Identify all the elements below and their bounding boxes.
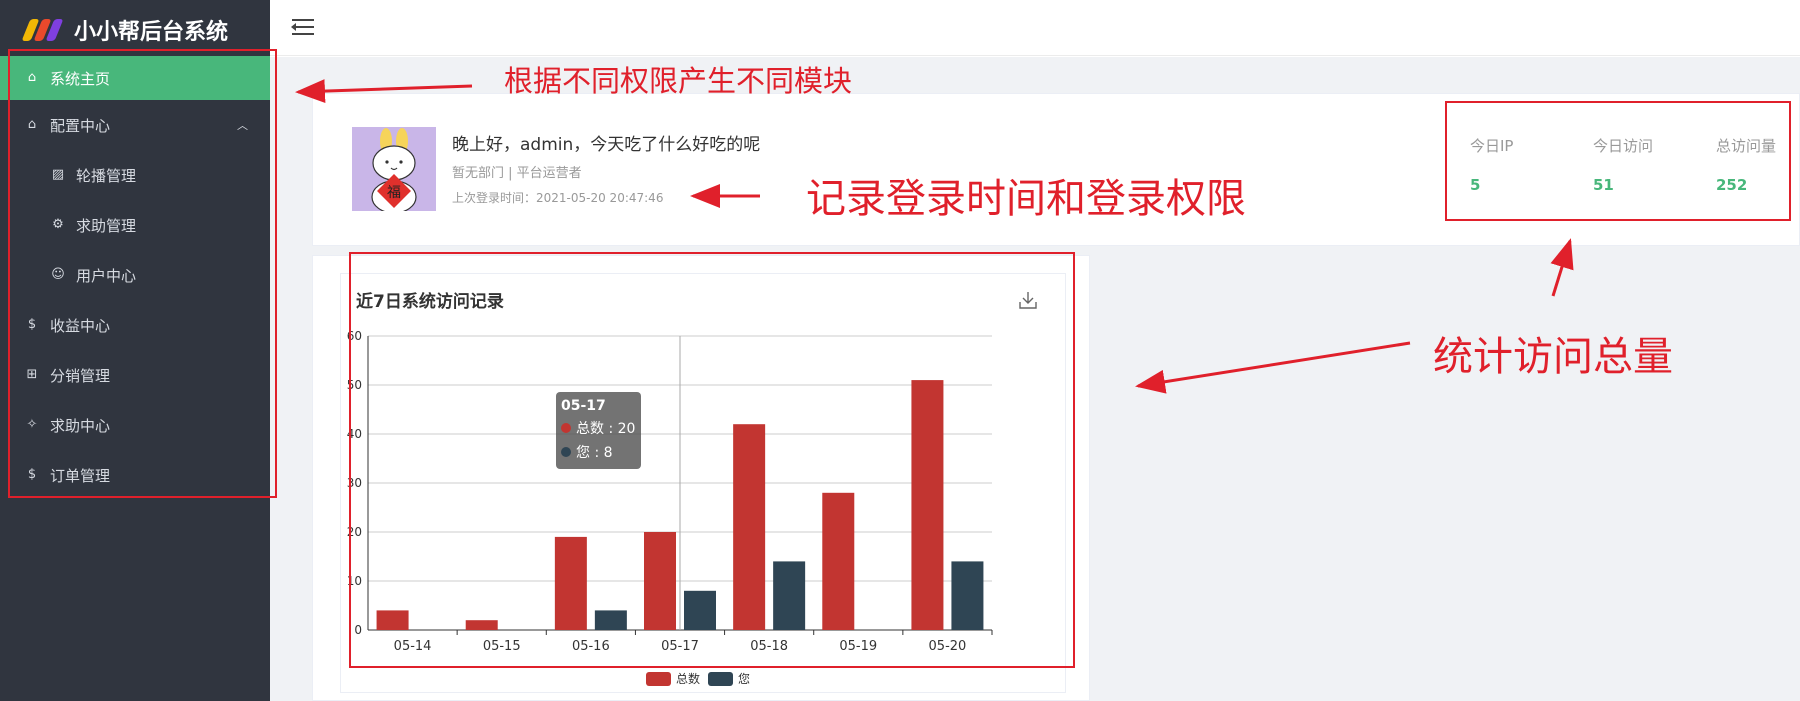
annotation-arrow-chart xyxy=(1135,341,1411,394)
app-root: 小小帮后台系统 ⌂ 系统主页 ⌂ 配置中心 ︿ ▨ 轮播管理 ⚙ 求助管理 ☺ xyxy=(0,0,1800,701)
annotation-arrow-stats xyxy=(1550,238,1574,297)
annotation-arrows xyxy=(295,79,1574,394)
annotation-arrow-menu xyxy=(295,79,473,104)
